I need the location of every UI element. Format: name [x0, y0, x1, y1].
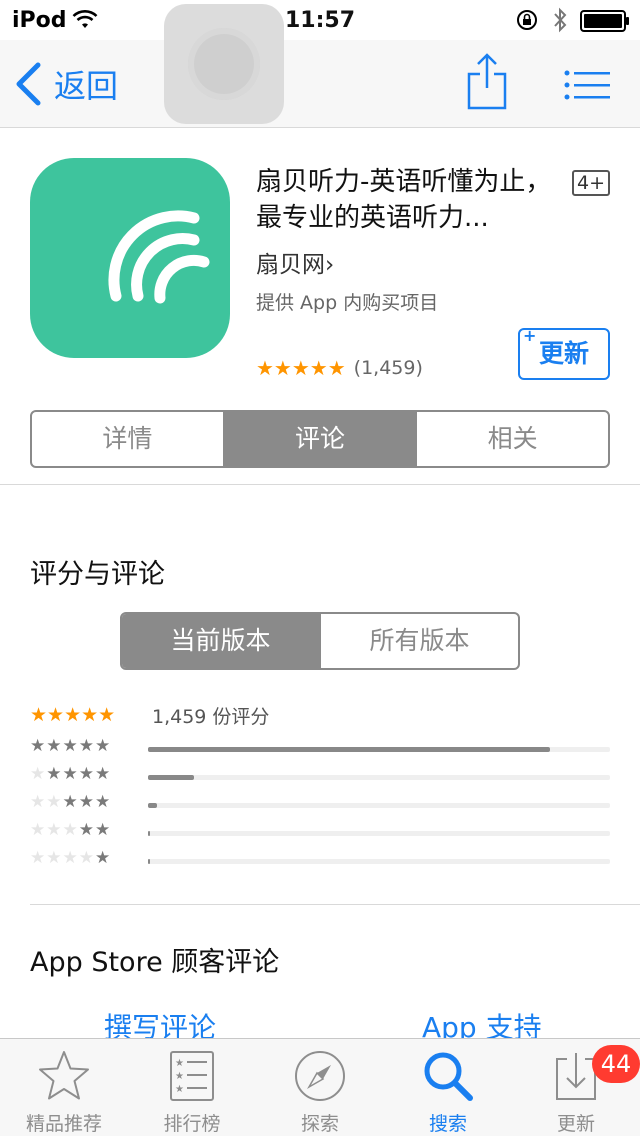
histogram-track [148, 803, 610, 808]
histogram-bar [148, 803, 158, 808]
segment-details[interactable]: 详情 [32, 412, 223, 466]
back-button[interactable]: 返回 [14, 62, 118, 106]
tab-bar: 精品推荐 ★ ★ ★ 排行榜 探索 搜索 44 更新 [0, 1038, 640, 1136]
back-button-label: 返回 [54, 67, 119, 105]
tab-label: 排行榜 [163, 1113, 221, 1135]
tab-explore[interactable]: 探索 [256, 1039, 384, 1136]
tab-charts[interactable]: ★ ★ ★ 排行榜 [128, 1039, 256, 1136]
navigation-bar: 返回 [0, 40, 640, 128]
histogram-stars: ★★★★★ [30, 764, 112, 784]
share-icon[interactable] [466, 52, 508, 110]
tab-updates[interactable]: 44 更新 [512, 1039, 640, 1136]
update-button-label: 更新 [538, 339, 589, 368]
developer-link[interactable]: 扇贝网› [256, 245, 334, 279]
developer-name: 扇贝网 [256, 252, 325, 278]
histogram-row-3-stars: ★★★★★ [30, 792, 610, 814]
bluetooth-icon [554, 7, 567, 33]
histogram-row-5-stars: ★★★★★ [30, 736, 610, 758]
summary-stars: ★★★★★ [30, 704, 116, 726]
histogram-track [148, 831, 610, 836]
list-menu-icon[interactable] [564, 70, 610, 100]
status-bar: iPod 11:57 [0, 0, 640, 40]
compass-icon [295, 1051, 345, 1101]
assistive-touch-button[interactable] [164, 4, 284, 124]
histogram-bar [148, 775, 195, 780]
tab-label: 搜索 [428, 1113, 467, 1135]
histogram-track [148, 859, 610, 864]
sound-waves-icon [108, 210, 210, 304]
update-button[interactable]: + 更新 [518, 328, 610, 380]
chevron-right-icon: › [325, 252, 335, 278]
rating-stars: ★★★★★ [256, 356, 346, 380]
app-rating: ★★★★★ (1,459) [256, 356, 423, 380]
tab-label: 探索 [300, 1113, 339, 1135]
segment-all-versions[interactable]: 所有版本 [319, 614, 518, 668]
ratings-section-title: 评分与评论 [30, 559, 165, 590]
svg-text:★: ★ [175, 1058, 184, 1069]
histogram-stars: ★★★★★ [30, 792, 112, 812]
tab-search[interactable]: 搜索 [384, 1039, 512, 1136]
star-icon [39, 1051, 89, 1100]
detail-segmented-control: 详情 评论 相关 [30, 410, 610, 468]
histogram-stars: ★★★★★ [30, 736, 112, 756]
plus-icon: + [523, 326, 537, 345]
histogram-stars: ★★★★★ [30, 848, 112, 868]
svg-text:★: ★ [175, 1071, 184, 1082]
histogram-bar [148, 747, 550, 752]
histogram-row-1-stars: ★★★★★ [30, 848, 610, 870]
divider [0, 484, 640, 485]
histogram-stars: ★★★★★ [30, 820, 112, 840]
histogram-row-2-stars: ★★★★★ [30, 820, 610, 842]
rotation-lock-icon [517, 10, 537, 30]
tab-label: 精品推荐 [25, 1113, 102, 1135]
app-title: 扇贝听力-英语听懂为止，最专业的英语听力... [256, 167, 552, 233]
segment-current-version[interactable]: 当前版本 [122, 614, 319, 668]
segment-reviews[interactable]: 评论 [222, 412, 416, 466]
rating-count: (1,459) [353, 357, 423, 379]
histogram-bar [148, 831, 151, 836]
search-icon [424, 1052, 473, 1101]
age-rating-badge: 4+ [572, 170, 610, 196]
svg-text:★: ★ [175, 1084, 184, 1095]
tab-label: 更新 [556, 1113, 595, 1135]
list-icon: ★ ★ ★ [170, 1051, 214, 1101]
reviews-section-title: App Store 顾客评论 [30, 947, 280, 978]
version-segmented-control: 当前版本 所有版本 [120, 612, 520, 670]
clock: 11:57 [284, 8, 356, 33]
app-icon [30, 158, 230, 358]
in-app-purchase-note: 提供 App 内购买项目 [256, 292, 439, 314]
updates-badge: 44 [592, 1045, 640, 1083]
tab-featured[interactable]: 精品推荐 [0, 1039, 128, 1136]
chevron-left-icon [16, 62, 41, 106]
divider [30, 904, 640, 905]
histogram-row-4-stars: ★★★★★ [30, 764, 610, 786]
battery-icon [580, 10, 629, 32]
histogram-track [148, 747, 610, 752]
histogram-track [148, 775, 610, 780]
segment-related[interactable]: 相关 [415, 412, 608, 466]
histogram-bar [148, 859, 151, 864]
summary-rating-count: 1,459 份评分 [152, 706, 270, 728]
